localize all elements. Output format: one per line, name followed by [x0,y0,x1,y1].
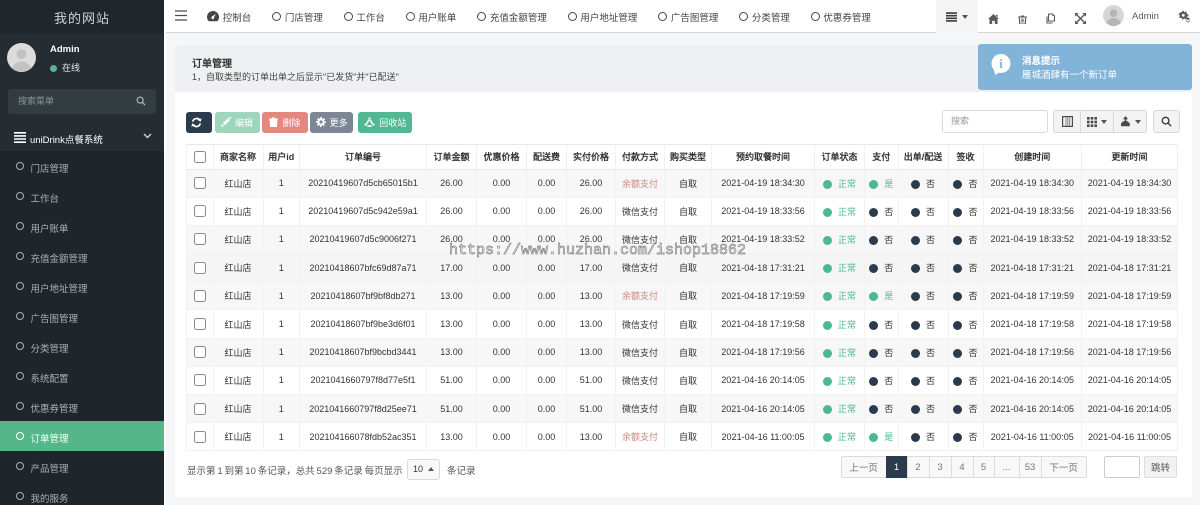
svg-text:i: i [999,57,1003,71]
